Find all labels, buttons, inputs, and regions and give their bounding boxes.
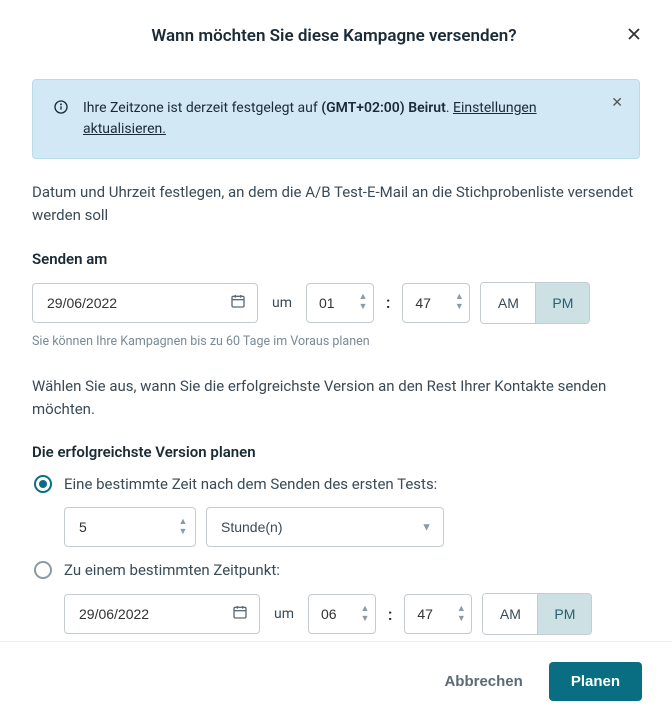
send-on-label: Senden am: [32, 250, 640, 268]
timezone-alert: Ihre Zeitzone ist derzeit festgelegt auf…: [32, 79, 640, 159]
modal-header: Wann möchten Sie diese Kampagne versende…: [0, 0, 672, 71]
stepper-up-icon[interactable]: ▲: [358, 604, 372, 614]
at-label: um: [274, 606, 294, 622]
radio-icon: [34, 561, 52, 579]
alert-timezone: (GMT+02:00) Beirut: [321, 100, 446, 116]
stepper-down-icon[interactable]: ▼: [176, 527, 190, 537]
winner-minute-field: ▲ ▼: [404, 594, 472, 634]
winner-date-field: [64, 594, 260, 634]
send-date-field: [32, 283, 258, 323]
send-minute-field: ▲ ▼: [402, 283, 470, 323]
stepper-down-icon[interactable]: ▼: [452, 303, 466, 313]
send-date-input[interactable]: [32, 283, 258, 323]
winner-hour-field: ▲ ▼: [308, 594, 376, 634]
cancel-button[interactable]: Abbrechen: [428, 663, 538, 700]
submit-button[interactable]: Planen: [549, 662, 642, 701]
time-colon: :: [386, 293, 390, 312]
radio-row-datetime[interactable]: Zu einem bestimmten Zeitpunkt:: [34, 561, 640, 579]
winner-radio-group: Eine bestimmte Zeit nach dem Senden des …: [32, 475, 640, 641]
radio-row-delay[interactable]: Eine bestimmte Zeit nach dem Senden des …: [34, 475, 640, 493]
stepper-down-icon[interactable]: ▼: [356, 303, 370, 313]
stepper-down-icon[interactable]: ▼: [358, 614, 372, 624]
schedule-modal: Wann möchten Sie diese Kampagne versende…: [0, 0, 672, 721]
stepper-up-icon[interactable]: ▲: [454, 604, 468, 614]
close-icon: [624, 32, 644, 47]
alert-text: Ihre Zeitzone ist derzeit festgelegt auf…: [83, 98, 619, 140]
send-hour-field: ▲ ▼: [306, 283, 374, 323]
am-button[interactable]: AM: [481, 283, 535, 323]
send-note: Sie können Ihre Kampagnen bis zu 60 Tage…: [32, 334, 640, 349]
pm-button[interactable]: PM: [535, 283, 589, 323]
am-button[interactable]: AM: [483, 594, 537, 634]
send-ampm-toggle: AM PM: [480, 282, 590, 324]
winner-ampm-toggle: AM PM: [482, 593, 592, 635]
radio-icon: [34, 475, 52, 493]
intro-text: Datum und Uhrzeit festlegen, an dem die …: [32, 181, 640, 228]
radio-label: Eine bestimmte Zeit nach dem Senden des …: [64, 475, 437, 493]
time-colon: :: [388, 605, 392, 624]
stepper-up-icon[interactable]: ▲: [176, 517, 190, 527]
winner-intro: Wählen Sie aus, wann Sie die erfolgreich…: [32, 375, 640, 422]
delay-fields: ▲ ▼ Stunde(n) ▼: [34, 507, 640, 547]
pm-button[interactable]: PM: [537, 594, 591, 634]
at-label: um: [272, 295, 292, 311]
radio-option-delay: Eine bestimmte Zeit nach dem Senden des …: [34, 475, 640, 547]
modal-body: Ihre Zeitzone ist derzeit festgelegt auf…: [0, 71, 672, 641]
datetime-fields: um ▲ ▼ : ▲ ▼: [34, 593, 640, 635]
close-icon: ✕: [611, 94, 623, 110]
modal-title: Wann möchten Sie diese Kampagne versende…: [24, 26, 644, 46]
radio-label: Zu einem bestimmten Zeitpunkt:: [64, 561, 280, 579]
radio-option-datetime: Zu einem bestimmten Zeitpunkt: um ▲: [34, 561, 640, 641]
stepper-up-icon[interactable]: ▲: [356, 293, 370, 303]
delay-unit-select: Stunde(n) ▼: [206, 507, 444, 547]
modal-footer: Abbrechen Planen: [0, 641, 672, 721]
stepper-up-icon[interactable]: ▲: [452, 293, 466, 303]
winner-date-input[interactable]: [64, 594, 260, 634]
winner-label: Die erfolgreichste Version planen: [32, 443, 640, 461]
send-on-row: um ▲ ▼ : ▲ ▼ AM PM: [32, 282, 640, 324]
stepper-down-icon[interactable]: ▼: [454, 614, 468, 624]
delay-value-field: ▲ ▼: [64, 507, 196, 547]
close-button[interactable]: [620, 20, 648, 51]
delay-unit-button[interactable]: Stunde(n): [206, 507, 444, 547]
alert-prefix: Ihre Zeitzone ist derzeit festgelegt auf: [83, 100, 321, 116]
info-icon: [53, 99, 69, 140]
alert-close-button[interactable]: ✕: [611, 94, 623, 111]
